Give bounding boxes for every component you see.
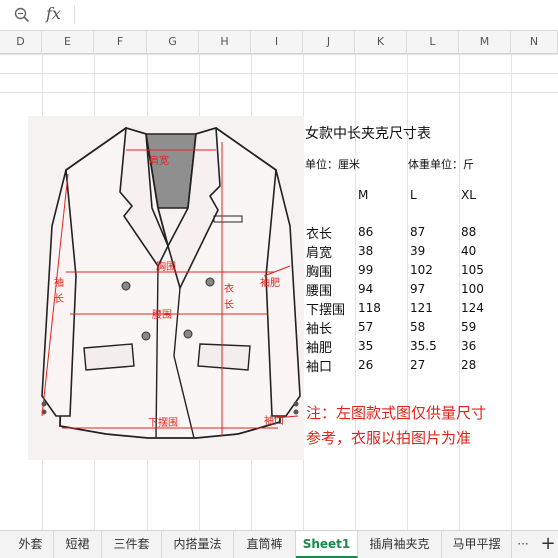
column-header-k[interactable]: K [355, 31, 407, 53]
tab-waitao[interactable]: 外套 [8, 531, 54, 558]
tab-chajianxiujiake[interactable]: 插肩袖夹克 [358, 531, 442, 558]
column-header: D E F G H I J K L M N [0, 31, 558, 54]
cell-value[interactable]: 40 [461, 244, 476, 258]
column-header-h[interactable]: H [199, 31, 251, 53]
jacket-diagram: 肩宽 胸围 腰围 下摆围 袖 长 衣 长 袖肥 袖口 [28, 116, 304, 460]
label-sleeve-length-1: 袖 [54, 276, 64, 289]
formula-input[interactable] [80, 5, 550, 25]
cell-value[interactable]: 118 [358, 301, 381, 315]
row-label[interactable]: 袖肥 [306, 337, 332, 356]
cell-value[interactable]: 94 [358, 282, 373, 296]
tab-zhitongku[interactable]: 直筒裤 [234, 531, 296, 558]
cell-value[interactable]: 35.5 [410, 339, 437, 353]
note-line-2[interactable]: 参考，衣服以拍图片为准 [306, 427, 471, 448]
size-header-m[interactable]: M [358, 188, 368, 202]
row-label[interactable]: 腰围 [306, 280, 332, 299]
column-header-m[interactable]: M [459, 31, 511, 53]
column-header-d[interactable]: D [0, 31, 42, 53]
cell-value[interactable]: 86 [358, 225, 373, 239]
cell-value[interactable]: 105 [461, 263, 484, 277]
tab-majiapingbai[interactable]: 马甲平摆 [442, 531, 512, 558]
column-header-g[interactable]: G [147, 31, 199, 53]
add-sheet-button[interactable]: + [538, 531, 558, 558]
cell-value[interactable]: 88 [461, 225, 476, 239]
label-waist: 腰围 [152, 309, 172, 321]
fx-icon[interactable]: fx [46, 4, 61, 23]
cell-value[interactable]: 35 [358, 339, 373, 353]
cell-value[interactable]: 102 [410, 263, 433, 277]
note-line-1[interactable]: 注：左图款式图仅供量尺寸 [306, 402, 486, 423]
row-label[interactable]: 袖口 [306, 356, 332, 375]
row-label[interactable]: 下摆围 [306, 299, 345, 318]
unit-right[interactable]: 体重单位：斤 [408, 156, 474, 172]
cell-value[interactable]: 97 [410, 282, 425, 296]
size-header-xl[interactable]: XL [461, 188, 476, 202]
cell-value[interactable]: 121 [410, 301, 433, 315]
cell-value[interactable]: 26 [358, 358, 373, 372]
row-label[interactable]: 袖长 [306, 318, 332, 337]
tab-neidaliangfa[interactable]: 内搭量法 [162, 531, 234, 558]
cell-value[interactable]: 36 [461, 339, 476, 353]
sheet-title[interactable]: 女款中长夹克尺寸表 [305, 123, 431, 143]
label-cuff: 袖口 [264, 414, 284, 427]
size-header-l[interactable]: L [410, 188, 417, 202]
row-label[interactable]: 衣长 [306, 223, 332, 242]
label-hem: 下摆围 [148, 416, 178, 429]
row-label[interactable]: 肩宽 [306, 242, 332, 261]
column-header-f[interactable]: F [94, 31, 147, 53]
column-header-i[interactable]: I [251, 31, 303, 53]
tab-duanqun[interactable]: 短裙 [54, 531, 102, 558]
cell-value[interactable]: 28 [461, 358, 476, 372]
cell-value[interactable]: 58 [410, 320, 425, 334]
label-body-length-1: 衣 [224, 282, 234, 295]
label-body-length-2: 长 [224, 299, 234, 311]
formula-separator [74, 6, 75, 24]
cell-value[interactable]: 87 [410, 225, 425, 239]
label-shoulder: 肩宽 [149, 154, 169, 167]
column-header-j[interactable]: J [303, 31, 355, 53]
more-tabs-button[interactable]: ··· [512, 531, 534, 558]
column-header-l[interactable]: L [407, 31, 459, 53]
cell-value[interactable]: 124 [461, 301, 484, 315]
cell-value[interactable]: 59 [461, 320, 476, 334]
label-sleeve-length-2: 长 [54, 293, 64, 305]
formula-bar: fx [0, 0, 558, 31]
cell-value[interactable]: 99 [358, 263, 373, 277]
label-sleeve-width: 袖肥 [260, 276, 280, 289]
label-chest: 胸围 [156, 260, 176, 273]
cell-value[interactable]: 39 [410, 244, 425, 258]
sheet-tab-bar: 外套 短裙 三件套 内搭量法 直筒裤 Sheet1 插肩袖夹克 马甲平摆 ···… [0, 530, 558, 558]
cell-value[interactable]: 100 [461, 282, 484, 296]
tab-sheet1[interactable]: Sheet1 [296, 531, 358, 558]
row-label[interactable]: 胸围 [306, 261, 332, 280]
column-header-e[interactable]: E [42, 31, 94, 53]
column-header-n[interactable]: N [511, 31, 558, 53]
zoom-icon[interactable] [14, 7, 30, 23]
cell-value[interactable]: 38 [358, 244, 373, 258]
cell-value[interactable]: 57 [358, 320, 373, 334]
cell-value[interactable]: 27 [410, 358, 425, 372]
unit-left[interactable]: 单位：厘米 [305, 156, 360, 172]
tab-sanjiantao[interactable]: 三件套 [102, 531, 162, 558]
